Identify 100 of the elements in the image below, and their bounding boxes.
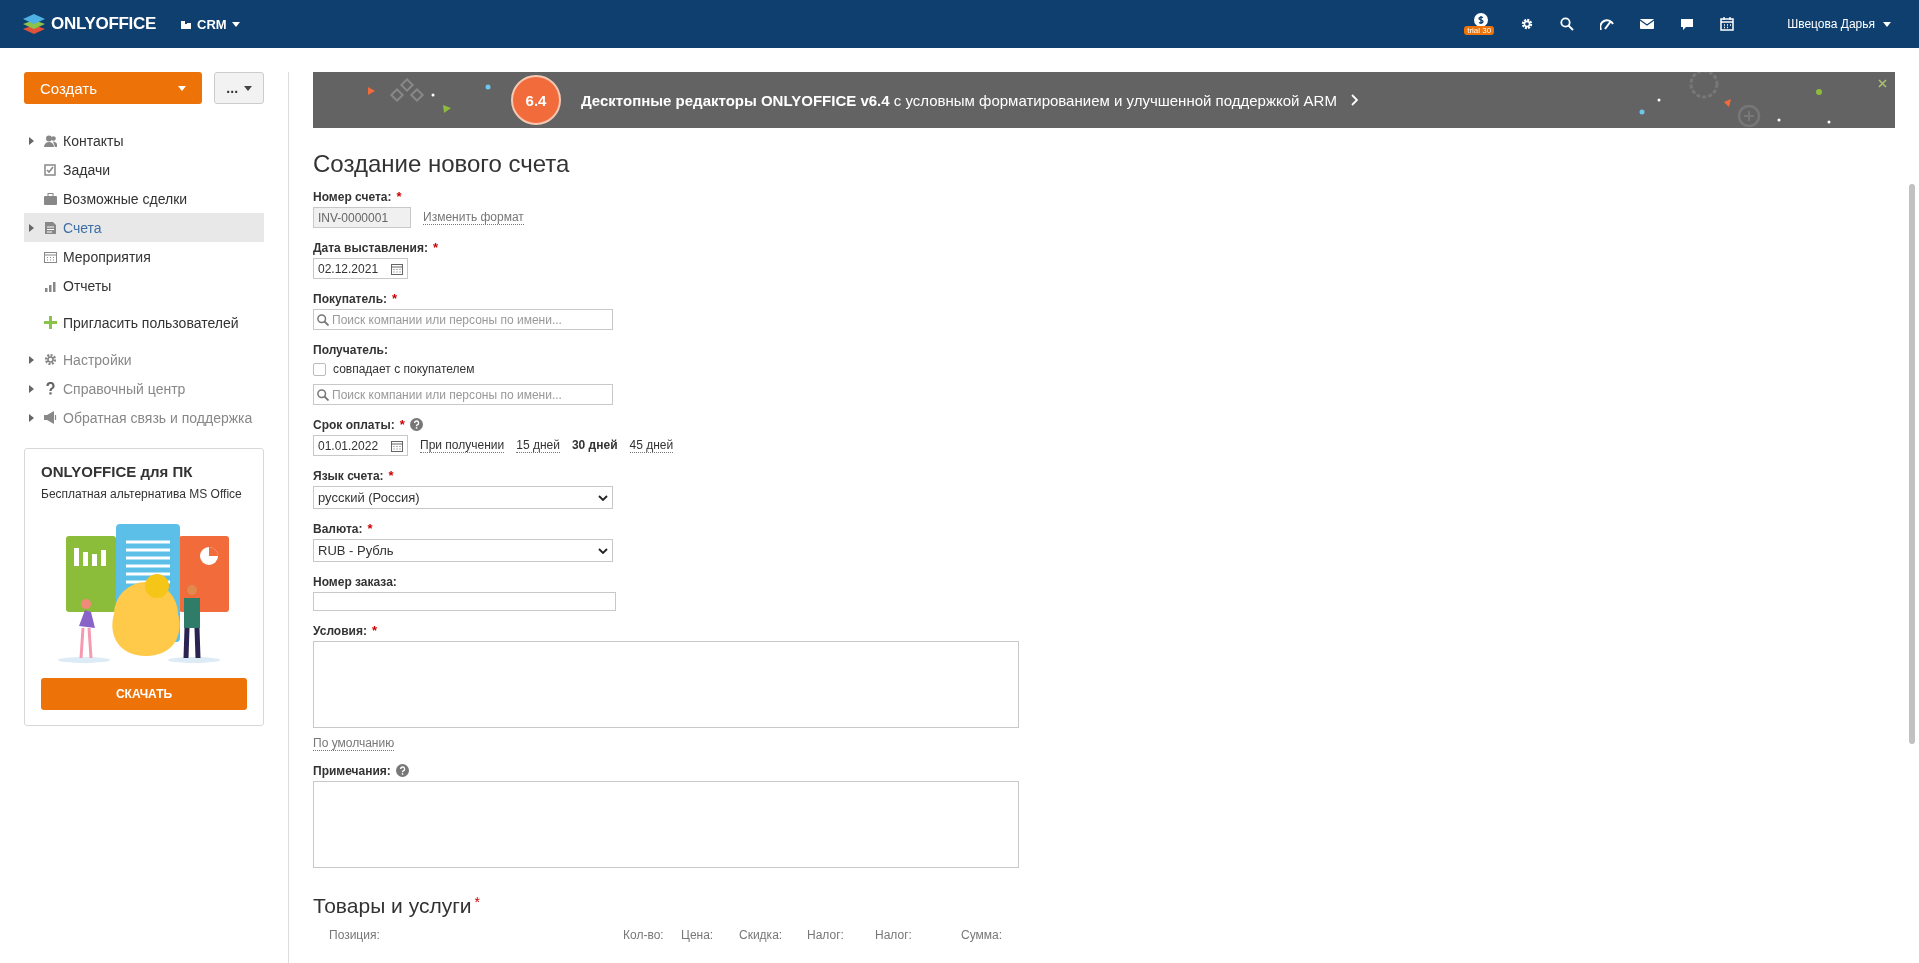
term-option[interactable]: 15 дней [516, 438, 560, 453]
search-icon[interactable] [1560, 17, 1575, 31]
select-field[interactable]: русский (Россия) [313, 486, 613, 509]
field-label: Валюта: [313, 521, 363, 536]
building-icon [180, 18, 192, 30]
order-number-field[interactable] [313, 592, 616, 611]
column-header: Налог: [807, 928, 845, 942]
default-terms-link[interactable]: По умолчанию [313, 736, 395, 751]
checkbox[interactable] [313, 362, 326, 376]
column-header: Кол-во: [623, 928, 665, 942]
nav-item[interactable]: Обратная связь и поддержка [24, 403, 264, 432]
search-field[interactable]: Поиск компании или персоны по имени... [313, 384, 613, 405]
bar-chart-icon [44, 279, 57, 292]
expand-arrow-icon[interactable] [28, 355, 34, 364]
term-option[interactable]: 30 дней [571, 438, 618, 453]
logo-icon [22, 13, 46, 35]
mail-icon[interactable] [1640, 19, 1655, 29]
megaphone-icon [44, 411, 57, 424]
chevron-down-icon [598, 494, 608, 501]
checkbox-icon [44, 163, 57, 176]
version-badge: 6.4 [511, 75, 561, 125]
expand-arrow-icon[interactable] [28, 223, 34, 232]
help-icon[interactable] [395, 764, 409, 777]
field-label: Номер счета: [313, 189, 392, 204]
search-icon [317, 388, 329, 401]
calendar-icon[interactable] [391, 262, 403, 275]
promo-banner[interactable]: 6.4 Десктопные редакторы ONLYOFFICE v6.4 с условным форматированием и улучшенной поддержкой ARM [313, 72, 1895, 128]
change-format-link[interactable]: Изменить формат [423, 210, 524, 225]
document-icon [44, 221, 57, 234]
expand-arrow-icon[interactable] [28, 136, 34, 145]
speedometer-icon[interactable] [1600, 18, 1615, 30]
plus-icon [44, 316, 57, 329]
column-header: Налог: [875, 928, 913, 942]
nav-item[interactable]: Счета [24, 213, 264, 242]
page-title: Создание нового счета [313, 150, 571, 178]
nav-item[interactable]: Отчеты [24, 271, 264, 300]
gear-icon [44, 353, 57, 366]
nav-item[interactable]: Задачи [24, 155, 264, 184]
more-button[interactable]: ... [214, 72, 264, 104]
column-header: Скидка: [739, 928, 784, 942]
field-label: Срок оплаты: [313, 417, 395, 432]
close-icon[interactable] [1878, 79, 1887, 88]
field-label: Получатель: [313, 342, 388, 357]
field-label: Условия: [313, 623, 367, 638]
column-header: Позиция: [329, 928, 381, 942]
people-icon [44, 134, 57, 147]
caret-icon [231, 21, 240, 27]
user-menu[interactable]: Швецова Дарья [1787, 17, 1891, 31]
field-label: Дата выставления: [313, 240, 428, 255]
invoice-number-field[interactable]: INV-0000001 [313, 207, 411, 228]
chevron-right-icon [1350, 94, 1358, 106]
term-option[interactable]: При получении [420, 438, 505, 453]
coin-icon [1474, 13, 1489, 27]
search-icon [317, 313, 329, 326]
expand-arrow-icon[interactable] [28, 413, 34, 422]
nav-item[interactable]: Возможные сделки [24, 184, 264, 213]
required-mark: * [396, 189, 402, 204]
field-label: Язык счета: [313, 468, 384, 483]
required-mark: * [392, 291, 398, 306]
calendar-icon[interactable] [391, 439, 403, 452]
column-header: Сумма: [961, 928, 1004, 942]
banner-text[interactable]: Десктопные редакторы ONLYOFFICE v6.4 с условным форматированием и улучшенной поддержкой ARM [581, 91, 1337, 109]
settings-icon[interactable] [1520, 17, 1535, 31]
calendar-icon [44, 250, 57, 263]
nav-item[interactable]: Контакты [24, 126, 264, 155]
required-mark: * [371, 623, 377, 638]
nav-item[interactable]: Справочный центр [24, 374, 264, 403]
date-field[interactable]: 02.12.2021 [313, 258, 408, 279]
column-header: Цена: [681, 928, 715, 942]
required-mark: * [367, 521, 373, 536]
scrollbar-thumb[interactable] [1909, 184, 1915, 744]
chat-icon[interactable] [1680, 17, 1695, 31]
briefcase-icon [44, 192, 57, 205]
invite-users-link[interactable]: Пригласить пользователей [24, 308, 264, 337]
select-field[interactable]: RUB - Рубль [313, 539, 613, 562]
required-mark: * [399, 417, 405, 432]
chevron-down-icon [598, 547, 608, 554]
promo-subtitle: Бесплатная альтернатива MS Office [41, 486, 243, 503]
caret-icon [178, 85, 187, 91]
nav-item[interactable]: Настройки [24, 345, 264, 374]
expand-arrow-icon[interactable] [28, 384, 34, 393]
caret-icon [1883, 21, 1891, 27]
required-mark: * [474, 894, 480, 910]
required-mark: * [388, 468, 394, 483]
search-field[interactable]: Поиск компании или персоны по имени... [313, 309, 613, 330]
logo-text[interactable]: ONLYOFFICE [51, 14, 156, 34]
help-icon[interactable] [409, 418, 423, 431]
required-mark: * [432, 240, 438, 255]
nav-item[interactable]: Мероприятия [24, 242, 264, 271]
question-icon [44, 382, 57, 395]
field-label: Номер заказа: [313, 574, 397, 589]
checkbox-label: совпадает с покупателем [333, 362, 475, 376]
term-option[interactable]: 45 дней [629, 438, 674, 453]
field-label: Примечания: [313, 763, 391, 778]
section-title: Товары и услуги [313, 894, 472, 918]
date-field[interactable]: 01.01.2022 [313, 435, 408, 456]
module-menu[interactable]: CRM [180, 16, 240, 32]
field-label: Покупатель: [313, 291, 388, 306]
trial-badge: trial 30 [1464, 26, 1495, 35]
promo-title: ONLYOFFICE для ПК [41, 463, 194, 480]
